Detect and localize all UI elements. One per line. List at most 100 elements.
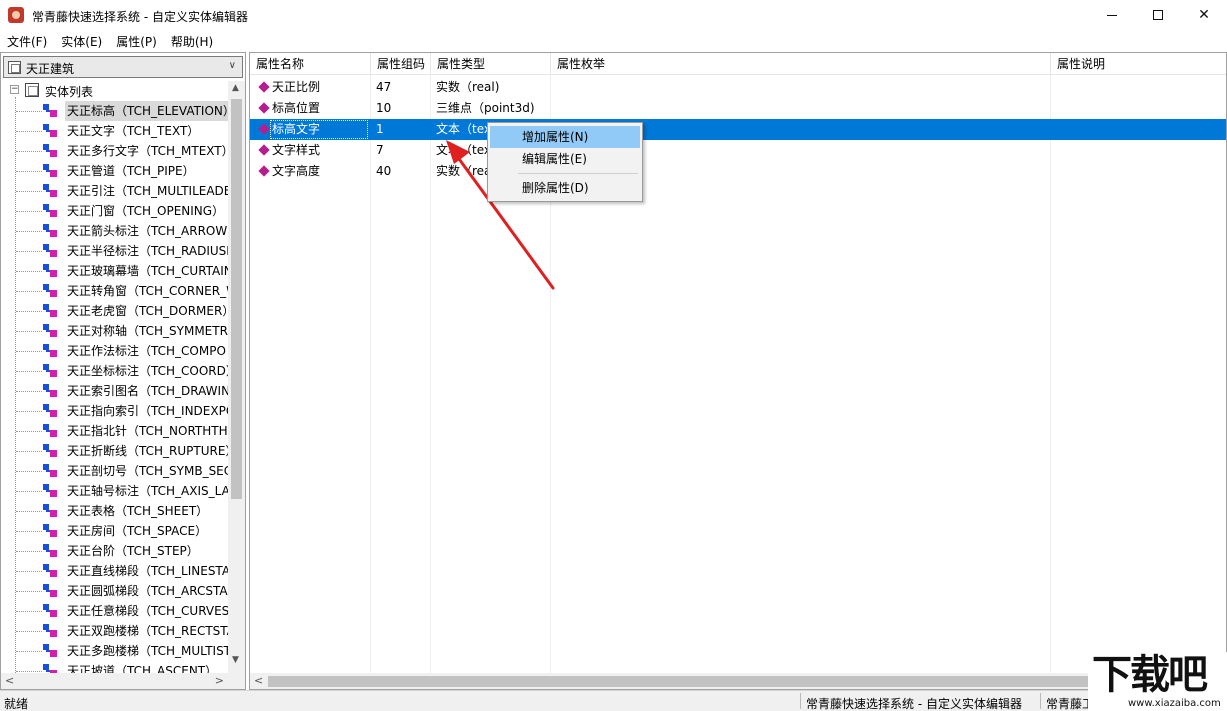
- tree-item[interactable]: 天正对称轴（TCH_SYMMETR: [3, 321, 228, 341]
- tree-branch-line: [16, 551, 42, 552]
- menu-item-add-property[interactable]: 增加属性(N): [490, 126, 640, 148]
- tree-item[interactable]: 天正引注（TCH_MULTILEADE: [3, 181, 228, 201]
- tree-item[interactable]: 天正玻璃幕墙（TCH_CURTAIN: [3, 261, 228, 281]
- table-row[interactable]: 天正比例 47 实数（real): [250, 77, 1226, 98]
- table-row[interactable]: 标高文字 1 文本（tex: [250, 119, 1226, 140]
- tree-item-label: 天正表格（TCH_SHEET）: [67, 504, 209, 518]
- tree-item-label: 天正折断线（TCH_RUPTURE）: [67, 444, 228, 458]
- tree-item[interactable]: 天正房间（TCH_SPACE）: [3, 521, 228, 541]
- entity-panel: 天正建筑 ∨ − 实体列表 天正标高（TCH_ELEVATION） 天正文字（TC…: [0, 52, 246, 690]
- category-combobox[interactable]: 天正建筑 ∨: [3, 56, 243, 78]
- table-row[interactable]: 文字高度 40 实数（rea: [250, 161, 1226, 182]
- cell-type: 三维点（point3d): [436, 101, 535, 115]
- entity-icon: [43, 184, 57, 197]
- tree-branch-line: [16, 111, 42, 112]
- tree-item[interactable]: 天正作法标注（TCH_COMPO: [3, 341, 228, 361]
- tree-item[interactable]: 天正圆弧梯段（TCH_ARCSTAI: [3, 581, 228, 601]
- column-header-desc[interactable]: 属性说明: [1051, 53, 1226, 75]
- tree-item[interactable]: 天正指北针（TCH_NORTHTH: [3, 421, 228, 441]
- tree-item[interactable]: 天正台阶（TCH_STEP）: [3, 541, 228, 561]
- minimize-button[interactable]: [1089, 0, 1135, 30]
- tree-branch-line: [16, 411, 42, 412]
- column-header-enum[interactable]: 属性枚举: [551, 53, 1051, 75]
- tree-item[interactable]: 天正轴号标注（TCH_AXIS_LAI: [3, 481, 228, 501]
- maximize-button[interactable]: [1135, 0, 1181, 30]
- tree-item-label: 天正房间（TCH_SPACE）: [67, 524, 208, 538]
- entity-horizontal-scrollbar[interactable]: < >: [1, 673, 228, 689]
- tree-item[interactable]: 天正老虎窗（TCH_DORMER）: [3, 301, 228, 321]
- entity-icon: [43, 204, 57, 217]
- tree-branch-line: [16, 311, 42, 312]
- scroll-thumb[interactable]: [231, 99, 242, 499]
- tree-item[interactable]: 天正半径标注（TCH_RADIUSD: [3, 241, 228, 261]
- entity-icon: [43, 364, 57, 377]
- entity-vertical-scrollbar[interactable]: ▲ ▼: [228, 81, 245, 689]
- scroll-up-icon[interactable]: ▲: [232, 83, 239, 93]
- status-bar: 就绪 常青藤快速选择系统 - 自定义实体编辑器 常青藤工: [0, 690, 1227, 711]
- tree-branch-line: [16, 171, 42, 172]
- entity-icon: [43, 324, 57, 337]
- tree-item[interactable]: 天正箭头标注（TCH_ARROW）: [3, 221, 228, 241]
- menu-property[interactable]: 属性(P): [109, 30, 164, 51]
- watermark-text: 下载吧: [1092, 652, 1208, 698]
- tree-item-label: 天正引注（TCH_MULTILEADE: [67, 184, 228, 198]
- scroll-down-icon[interactable]: ▼: [232, 655, 239, 665]
- menu-item-edit-property[interactable]: 编辑属性(E): [490, 148, 640, 170]
- tree-item[interactable]: 天正坐标标注（TCH_COORD）: [3, 361, 228, 381]
- menu-entity[interactable]: 实体(E): [54, 30, 109, 51]
- menu-file[interactable]: 文件(F): [0, 30, 54, 51]
- entity-icon: [43, 624, 57, 637]
- tree-branch-line: [16, 391, 42, 392]
- property-icon: [258, 123, 270, 135]
- tree-item[interactable]: 天正表格（TCH_SHEET）: [3, 501, 228, 521]
- grid-horizontal-scrollbar[interactable]: <: [250, 673, 1226, 689]
- tree-item[interactable]: 天正双跑楼梯（TCH_RECTSTA: [3, 621, 228, 641]
- collapse-icon[interactable]: −: [10, 85, 19, 94]
- status-company: 常青藤工: [1046, 697, 1095, 711]
- scroll-right-icon[interactable]: >: [215, 674, 224, 687]
- scroll-left-icon[interactable]: <: [5, 674, 14, 687]
- tree-item[interactable]: 天正剖切号（TCH_SYMB_SEC: [3, 461, 228, 481]
- property-name: 标高位置: [272, 101, 321, 115]
- tree-branch-line: [16, 331, 42, 332]
- table-row[interactable]: 标高位置 10 三维点（point3d): [250, 98, 1226, 119]
- tree-item-label: 天正箭头标注（TCH_ARROW）: [67, 224, 228, 238]
- tree-item[interactable]: 天正直线梯段（TCH_LINESTA: [3, 561, 228, 581]
- window-title: 常青藤快速选择系统 - 自定义实体编辑器: [32, 10, 248, 24]
- tree-item-label: 天正坡道（TCH_ASCENT）: [67, 664, 218, 673]
- menu-help[interactable]: 帮助(H): [164, 30, 220, 51]
- tree-item[interactable]: 天正折断线（TCH_RUPTURE）: [3, 441, 228, 461]
- cell-code: 1: [376, 122, 384, 136]
- column-header-name[interactable]: 属性名称: [250, 53, 371, 75]
- tree-item[interactable]: 天正任意梯段（TCH_CURVEST: [3, 601, 228, 621]
- column-header-type[interactable]: 属性类型: [431, 53, 551, 75]
- tree-item[interactable]: 天正标高（TCH_ELEVATION）: [3, 101, 228, 121]
- tree-root[interactable]: − 实体列表: [3, 81, 228, 101]
- scroll-left-icon[interactable]: <: [254, 674, 263, 687]
- tree-item[interactable]: 天正管道（TCH_PIPE）: [3, 161, 228, 181]
- table-row[interactable]: 文字样式7文本（tex: [250, 140, 1226, 161]
- entity-tree: − 实体列表 天正标高（TCH_ELEVATION） 天正文字（TCH_TEXT）…: [3, 81, 228, 673]
- tree-item[interactable]: 天正转角窗（TCH_CORNER_W: [3, 281, 228, 301]
- close-button[interactable]: ✕: [1181, 0, 1227, 30]
- tree-item[interactable]: 天正文字（TCH_TEXT）: [3, 121, 228, 141]
- entity-icon: [43, 464, 57, 477]
- tree-branch-line: [16, 491, 42, 492]
- watermark-logo: 下载吧 www.xiazaiba.com: [1088, 652, 1227, 711]
- chevron-down-icon[interactable]: ∨: [229, 60, 236, 71]
- menu-item-delete-property[interactable]: 删除属性(D): [490, 177, 640, 199]
- cell-name: 天正比例: [250, 77, 370, 98]
- tree-item[interactable]: 天正多跑楼梯（TCH_MULTIST: [3, 641, 228, 661]
- scroll-thumb[interactable]: [268, 676, 1148, 687]
- tree-item-label: 天正台阶（TCH_STEP）: [67, 544, 199, 558]
- tree-item[interactable]: 天正索引图名（TCH_DRAWIN: [3, 381, 228, 401]
- tree-branch-line: [16, 471, 42, 472]
- tree-item[interactable]: 天正多行文字（TCH_MTEXT）: [3, 141, 228, 161]
- tree-item[interactable]: 天正指向索引（TCH_INDEXPO: [3, 401, 228, 421]
- cell-desc: [1050, 98, 1226, 119]
- column-header-code[interactable]: 属性组码: [371, 53, 431, 75]
- status-app-name: 常青藤快速选择系统 - 自定义实体编辑器: [806, 697, 1022, 711]
- tree-item[interactable]: 天正坡道（TCH_ASCENT）: [3, 661, 228, 673]
- tree-item[interactable]: 天正门窗（TCH_OPENING）: [3, 201, 228, 221]
- tree-branch-line: [16, 371, 42, 372]
